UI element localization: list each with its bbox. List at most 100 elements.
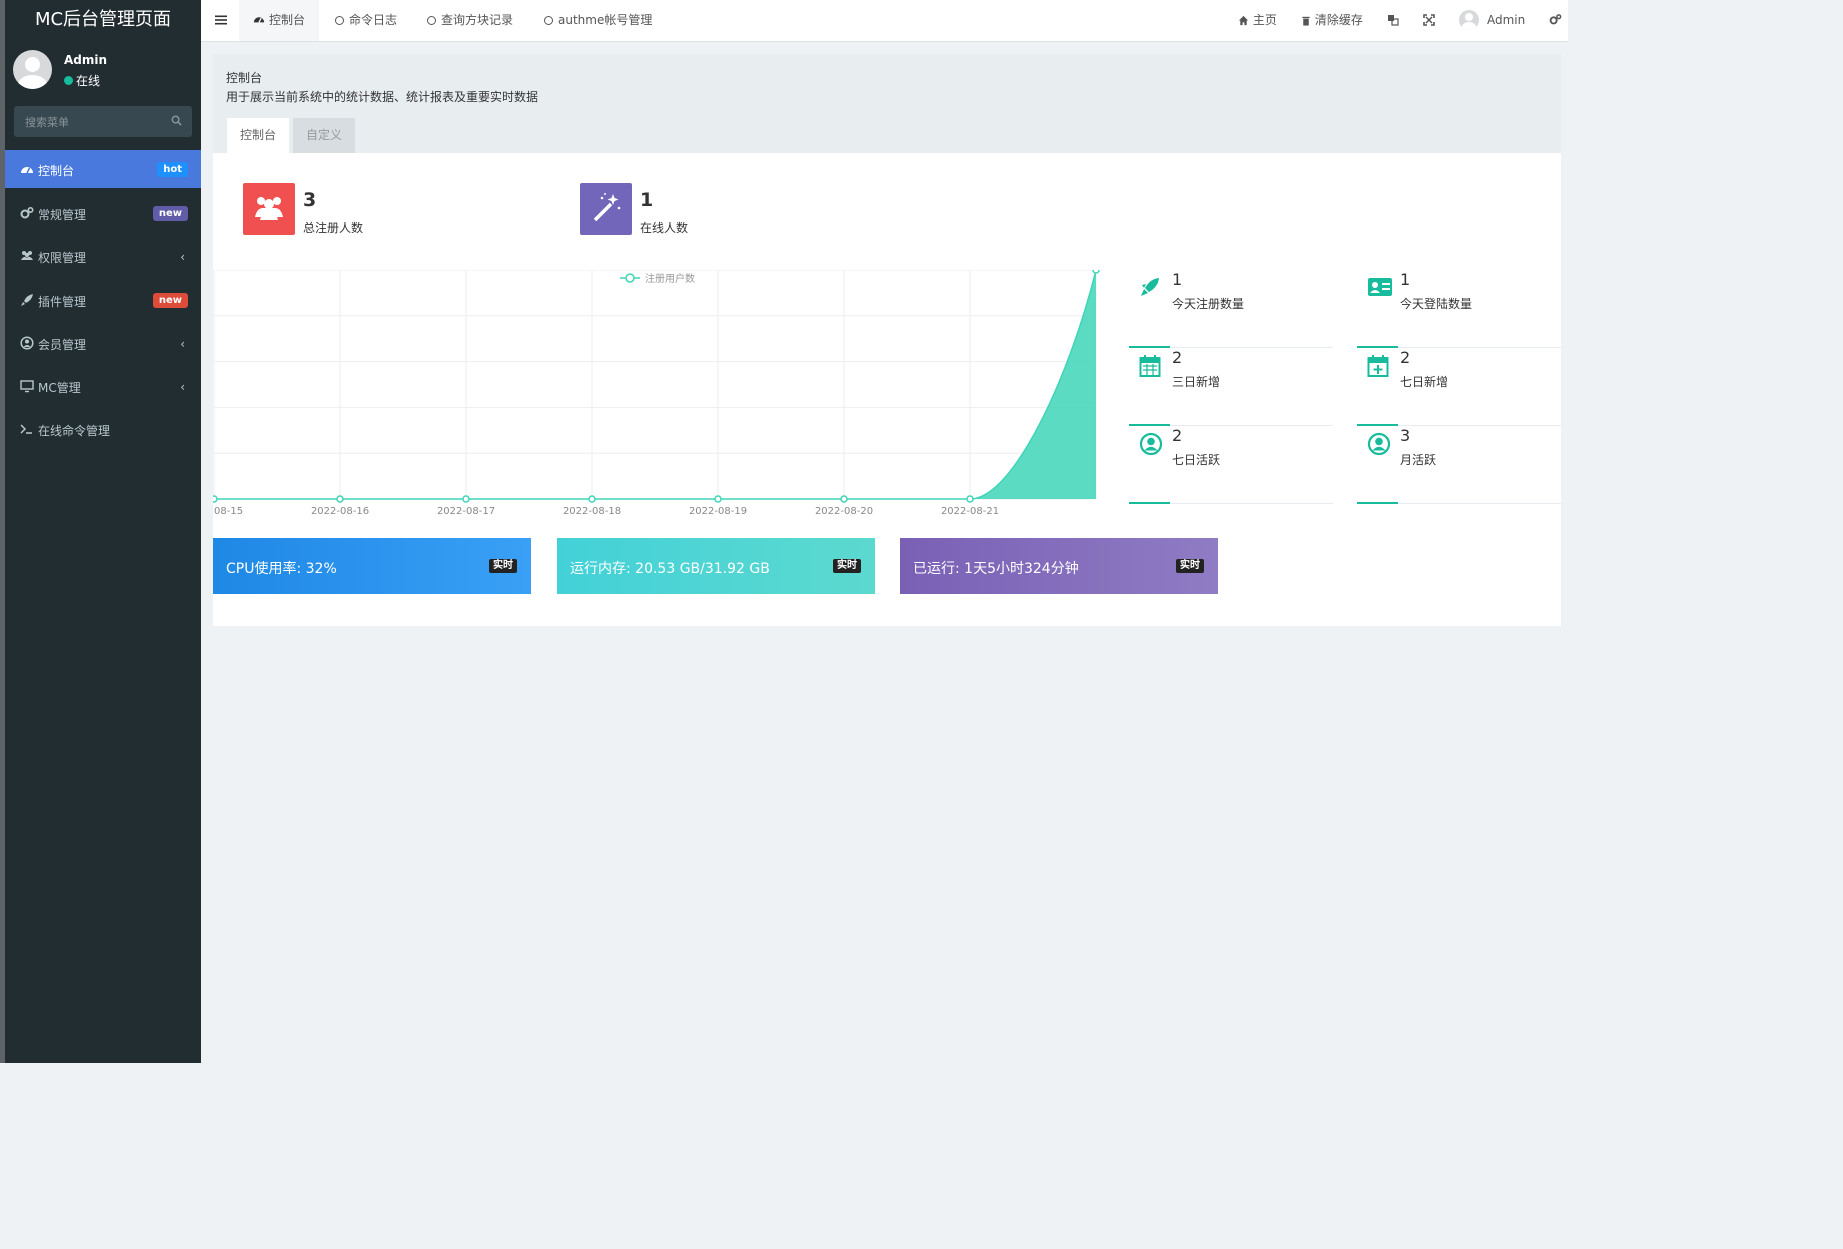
chart-point — [213, 495, 218, 503]
fullscreen-button[interactable] — [1423, 0, 1435, 41]
user-menu[interactable]: Admin — [1459, 0, 1525, 41]
calendar-icon — [1139, 355, 1161, 377]
settings-button[interactable] — [1549, 0, 1562, 41]
chart-x-tick-label: 2022-08-19 — [689, 506, 747, 517]
fullscreen-icon — [1423, 14, 1435, 26]
kpi-seven-day-active: 2 七日活跃 — [1129, 426, 1333, 504]
new-badge: new — [152, 206, 188, 221]
registered-users-chart: 08-15 2022-08-16 2022-08-17 2022-08-18 2022-… — [213, 270, 1100, 517]
tab-label: 命令日志 — [349, 13, 398, 27]
stat-icon-box — [243, 183, 295, 235]
id-card-icon — [1368, 278, 1392, 296]
cogs-icon — [20, 206, 34, 219]
kpi-label: 七日新增 — [1400, 375, 1449, 389]
user-circle-icon — [20, 336, 34, 350]
memory-usage-box: 运行内存: 20.53 GB/31.92 GB 实时 — [557, 538, 875, 594]
chart-x-tick-label: 2022-08-20 — [815, 506, 873, 517]
users-icon — [255, 197, 283, 220]
hot-badge: hot — [157, 162, 188, 177]
language-button[interactable] — [1387, 0, 1399, 41]
kpi-monthly-active: 3 月活跃 — [1357, 426, 1561, 504]
top-navbar: 控制台 命令日志 查询方块记录 authme帐号管理 主页 清除缓存 Admin — [201, 0, 1568, 42]
circle-icon — [335, 16, 344, 25]
magic-wand-icon — [593, 193, 621, 222]
user-circle-icon — [1367, 432, 1391, 456]
stat-icon-box — [580, 183, 632, 235]
dashboard-panel: 控制台 用于展示当前系统中的统计数据、统计报表及重要实时数据 控制台 自定义 3… — [213, 54, 1561, 626]
tab-command-log[interactable]: 命令日志 — [335, 0, 397, 41]
sidebar-item-label: 常规管理 — [38, 208, 87, 222]
sidebar-item-label: 控制台 — [38, 164, 75, 178]
tab-block-records[interactable]: 查询方块记录 — [427, 0, 513, 41]
monitor-icon — [20, 380, 34, 393]
sidebar-item-members[interactable]: 会员管理 ‹ — [5, 323, 201, 366]
trash-icon — [1302, 16, 1310, 26]
tab-custom[interactable]: 自定义 — [293, 118, 355, 153]
stat-label: 在线人数 — [640, 221, 689, 235]
chart-point — [462, 495, 470, 503]
home-label: 主页 — [1252, 13, 1277, 27]
kpi-label: 七日活跃 — [1172, 453, 1221, 467]
online-dot-icon — [64, 76, 73, 85]
realtime-tag: 实时 — [489, 559, 517, 573]
user-status: 在线 — [64, 72, 100, 89]
chart-x-tick-label: 08-15 — [214, 506, 243, 517]
chart-point — [840, 495, 848, 503]
sidebar-item-general[interactable]: 常规管理 new — [5, 193, 201, 236]
chart-x-tick-label: 2022-08-17 — [437, 506, 495, 517]
home-link[interactable]: 主页 — [1238, 0, 1277, 41]
sidebar: MC后台管理页面 Admin 在线 搜索菜单 控制台 hot 常规管理 new … — [5, 0, 201, 1063]
kpi-label: 今天登陆数量 — [1400, 297, 1473, 311]
sidebar-item-label: 插件管理 — [38, 294, 87, 309]
rocket-icon — [1141, 278, 1159, 296]
clear-cache-button[interactable]: 清除缓存 — [1301, 0, 1363, 41]
menu-search-input[interactable]: 搜索菜单 — [14, 106, 192, 137]
uptime-box: 已运行: 1天5小时324分钟 实时 — [900, 538, 1218, 594]
chart-x-ticks: 08-15 2022-08-16 2022-08-17 2022-08-18 2022-… — [214, 506, 999, 517]
kpi-value: 1 — [1172, 270, 1183, 289]
tab-console[interactable]: 控制台 — [227, 118, 289, 153]
kpi-three-day-new: 2 三日新增 — [1129, 348, 1333, 426]
sidebar-item-dashboard[interactable]: 控制台 hot — [5, 150, 201, 188]
realtime-tag: 实时 — [1176, 559, 1204, 573]
chart-x-tick-label: 2022-08-21 — [941, 506, 999, 517]
calendar-plus-icon — [1367, 355, 1389, 377]
chart-point — [336, 495, 344, 503]
chevron-left-icon: ‹ — [180, 250, 185, 265]
chevron-left-icon: ‹ — [180, 380, 185, 395]
sidebar-item-label: 权限管理 — [38, 251, 87, 266]
kpi-value: 1 — [1400, 270, 1411, 289]
sidebar-item-permissions[interactable]: 权限管理 ‹ — [5, 236, 201, 279]
sidebar-item-plugins[interactable]: 插件管理 new — [5, 280, 201, 323]
avatar — [1459, 10, 1479, 30]
sidebar-item-label: 在线命令管理 — [38, 424, 111, 439]
page-subtitle: 用于展示当前系统中的统计数据、统计报表及重要实时数据 — [226, 90, 539, 104]
home-icon — [1238, 15, 1249, 26]
tab-label: 查询方块记录 — [441, 13, 514, 27]
chart-series-line — [214, 270, 1097, 500]
cpu-usage-box: CPU使用率: 32% 实时 — [213, 538, 531, 594]
hamburger-menu-icon[interactable] — [214, 13, 228, 27]
kpi-label: 今天注册数量 — [1172, 297, 1245, 311]
tab-authme-accounts[interactable]: authme帐号管理 — [544, 0, 652, 41]
kpi-today-registrations: 1 今天注册数量 — [1129, 270, 1333, 348]
circle-icon — [544, 16, 553, 25]
uptime-text: 已运行: 1天5小时324分钟 — [913, 561, 1079, 577]
kpi-label: 三日新增 — [1172, 375, 1221, 389]
sidebar-item-label: MC管理 — [38, 381, 81, 396]
realtime-tag: 实时 — [833, 559, 861, 573]
app-title[interactable]: MC后台管理页面 — [5, 0, 201, 42]
chart-x-tick-label: 2022-08-18 — [563, 506, 621, 517]
kpi-value: 3 — [1400, 426, 1411, 445]
sidebar-item-online-commands[interactable]: 在线命令管理 — [5, 409, 201, 452]
page-title: 控制台 — [226, 71, 263, 85]
search-icon[interactable] — [171, 115, 182, 126]
sidebar-item-mc[interactable]: MC管理 ‹ — [5, 366, 201, 409]
terminal-icon — [20, 424, 32, 435]
tab-dashboard[interactable]: 控制台 — [239, 0, 319, 41]
chart-legend[interactable]: 注册用户数 — [620, 272, 695, 285]
search-placeholder: 搜索菜单 — [25, 116, 69, 129]
user-name: Admin — [64, 53, 108, 67]
stat-label: 总注册人数 — [303, 221, 364, 235]
kpi-label: 月活跃 — [1400, 453, 1437, 467]
